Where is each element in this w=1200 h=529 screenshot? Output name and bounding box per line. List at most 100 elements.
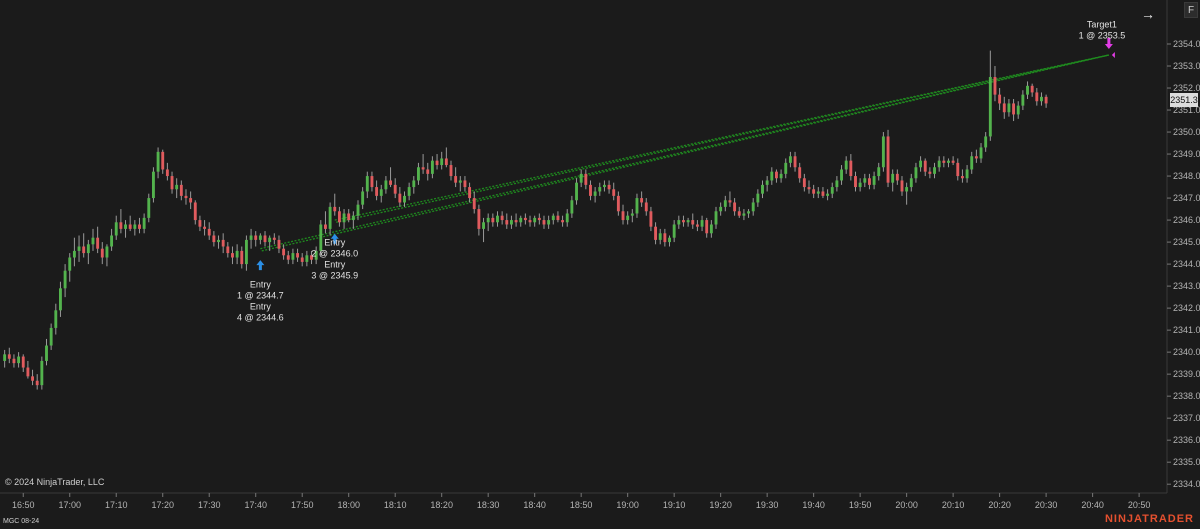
candle-body [440, 158, 444, 166]
candle-body [100, 248, 104, 258]
candle-body [505, 220, 509, 225]
candle-body [82, 246, 86, 254]
candle-body [784, 162, 788, 174]
candle-body [105, 246, 109, 258]
candle-body [254, 235, 258, 240]
candle-body [347, 213, 351, 221]
candle-body [403, 195, 406, 203]
candle-body [881, 136, 885, 168]
price-tick-label: 2354.0 [1173, 39, 1200, 49]
candle-body [226, 246, 230, 254]
candle-body [979, 147, 983, 159]
candle-body [156, 151, 160, 172]
candle-body [35, 380, 39, 386]
time-tick-label: 17:00 [58, 500, 81, 510]
candle-body [900, 180, 904, 192]
candle-body [21, 356, 25, 368]
candle-body [933, 167, 936, 174]
candle-body [737, 211, 741, 216]
candle-body [993, 77, 997, 95]
last-price-marker: 2351.3 [1170, 93, 1198, 107]
candle-body [333, 206, 337, 212]
candle-body [635, 198, 639, 214]
candle-body [751, 202, 755, 212]
candle-body [258, 235, 262, 240]
candle-body [305, 255, 309, 262]
candle-body [268, 237, 272, 243]
candle-body [1002, 103, 1006, 113]
candle-body [351, 215, 355, 221]
candle-body [240, 250, 244, 265]
candle-body [389, 180, 392, 185]
price-tick-label: 2346.0 [1173, 215, 1200, 225]
time-tick-label: 18:30 [477, 500, 500, 510]
candle-body [203, 226, 207, 229]
candle-body [835, 180, 839, 188]
candle-body [826, 193, 830, 196]
candle-body [914, 167, 918, 179]
candle-body [733, 202, 737, 212]
candle-body [863, 178, 867, 183]
candle-body [909, 178, 913, 188]
candle-body [761, 184, 764, 194]
price-tick-label: 2350.0 [1173, 127, 1200, 137]
candle-body [877, 167, 881, 177]
candle-body [449, 165, 453, 177]
candle-body [175, 184, 179, 190]
candle-body [77, 246, 81, 251]
candle-body [509, 220, 513, 225]
candle-body [970, 156, 974, 170]
exit-marker-icon [1111, 52, 1115, 59]
candle-body [965, 169, 969, 179]
arrow-right-icon[interactable]: → [1139, 6, 1157, 22]
time-tick-label: 20:20 [988, 500, 1011, 510]
price-tick-label: 2335.0 [1173, 457, 1200, 467]
candle-body [384, 180, 388, 190]
candle-body [1040, 96, 1043, 102]
candle-body [640, 198, 644, 203]
candle-body [249, 235, 253, 240]
candle-body [719, 206, 723, 212]
trade-annotation-text: 4 @ 2344.6 [237, 312, 284, 322]
candle-body [356, 204, 360, 216]
candle-body [407, 187, 411, 196]
price-tick-label: 2337.0 [1173, 413, 1200, 423]
candle-body [231, 253, 234, 258]
candle-body [747, 211, 750, 214]
candle-body [91, 237, 95, 245]
candle-body [365, 176, 369, 192]
candle-body [919, 160, 923, 168]
copyright-text: © 2024 NinjaTrader, LLC [5, 477, 105, 487]
candle-body [812, 189, 816, 194]
candle-body [319, 224, 323, 251]
candle-body [793, 156, 797, 168]
price-tick-label: 2342.0 [1173, 303, 1200, 313]
candle-body [644, 202, 648, 212]
candle-body [626, 215, 630, 221]
chart-menu-button[interactable]: F [1184, 2, 1198, 18]
candle-body [1044, 96, 1048, 104]
candle-body [1016, 105, 1020, 115]
candle-body [854, 176, 857, 188]
candle-body [584, 173, 588, 185]
candle-body [1021, 94, 1025, 106]
candle-body [421, 167, 425, 170]
time-tick-label: 19:50 [849, 500, 872, 510]
candle-body [728, 200, 732, 203]
candle-body [500, 215, 504, 221]
candle-body [282, 248, 286, 256]
candle-body [393, 184, 397, 194]
candle-body [709, 224, 713, 234]
candle-body [607, 184, 611, 190]
candle-body [170, 176, 174, 190]
price-tick-label: 2349.0 [1173, 149, 1200, 159]
candle-body [370, 176, 374, 188]
candle-body [12, 358, 16, 364]
price-chart[interactable]: 2334.0 2335.0 2336.0 2337.0 2338.0 2339.0 2340… [0, 0, 1200, 529]
time-tick-label: 16:50 [12, 500, 35, 510]
trade-line [334, 54, 1110, 221]
candle-body [291, 253, 295, 260]
candle-body [477, 209, 481, 229]
candle-body [998, 94, 1002, 104]
time-tick-label: 20:50 [1128, 500, 1151, 510]
